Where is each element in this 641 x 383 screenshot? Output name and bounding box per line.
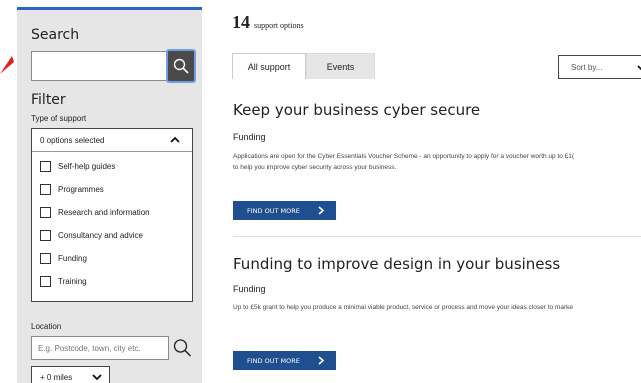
location-input[interactable]: E.g. Postcode, town, city etc. [31, 336, 169, 360]
location-row: E.g. Postcode, town, city etc. [31, 336, 193, 360]
tab-all-support[interactable]: All support [232, 53, 306, 79]
miles-dropdown[interactable]: + 0 miles [31, 366, 110, 383]
find-out-more-button[interactable]: FIND OUT MORE [233, 351, 336, 370]
chevron-up-icon [170, 136, 180, 143]
checkbox[interactable] [40, 253, 51, 264]
filter-title: Filter [31, 92, 66, 108]
checkbox[interactable] [40, 161, 51, 172]
type-of-support-label: Type of support [31, 114, 87, 123]
result-divider [233, 236, 641, 237]
result-category: Funding [233, 132, 266, 142]
search-title: Search [31, 27, 80, 43]
miles-value: + 0 miles [40, 373, 73, 382]
filter-sidebar: Search Filter Type of support 0 options … [17, 7, 202, 383]
red-arrow-icon [0, 56, 14, 74]
checkbox[interactable] [40, 184, 51, 195]
location-search-button[interactable] [171, 336, 193, 360]
checkbox[interactable] [40, 230, 51, 241]
type-dropdown-header[interactable]: 0 options selected [32, 129, 192, 152]
checkbox[interactable] [40, 276, 51, 287]
chevron-down-icon [92, 374, 102, 381]
find-out-more-button[interactable]: FIND OUT MORE [233, 201, 336, 220]
search-row [31, 49, 196, 83]
result-title[interactable]: Funding to improve design in your busine… [233, 255, 560, 273]
search-icon [173, 58, 189, 74]
location-label: Location [31, 322, 62, 331]
search-icon [173, 339, 192, 357]
chevron-right-icon [318, 206, 325, 215]
sort-dropdown[interactable]: Sort by... [558, 55, 641, 79]
results-count-number: 14 [232, 12, 250, 32]
results-count-label: support options [254, 21, 304, 30]
result-category: Funding [233, 284, 266, 294]
result-description: Up to £5k grant to help you produce a mi… [233, 304, 573, 311]
result-description: Applications are open for the Cyber Esse… [233, 153, 575, 171]
chevron-right-icon [318, 356, 325, 365]
results-count: 14 support options [232, 12, 304, 33]
checkbox[interactable] [40, 207, 51, 218]
options-selected-text: 0 options selected [40, 136, 105, 145]
result-title[interactable]: Keep your business cyber secure [233, 101, 480, 119]
search-input[interactable] [31, 51, 167, 81]
type-of-support-dropdown: 0 options selected Self-help guides Prog… [31, 128, 193, 302]
sort-label: Sort by... [571, 63, 603, 72]
tab-events[interactable]: Events [306, 53, 375, 79]
chevron-down-icon [637, 65, 641, 71]
search-button[interactable] [166, 49, 196, 83]
